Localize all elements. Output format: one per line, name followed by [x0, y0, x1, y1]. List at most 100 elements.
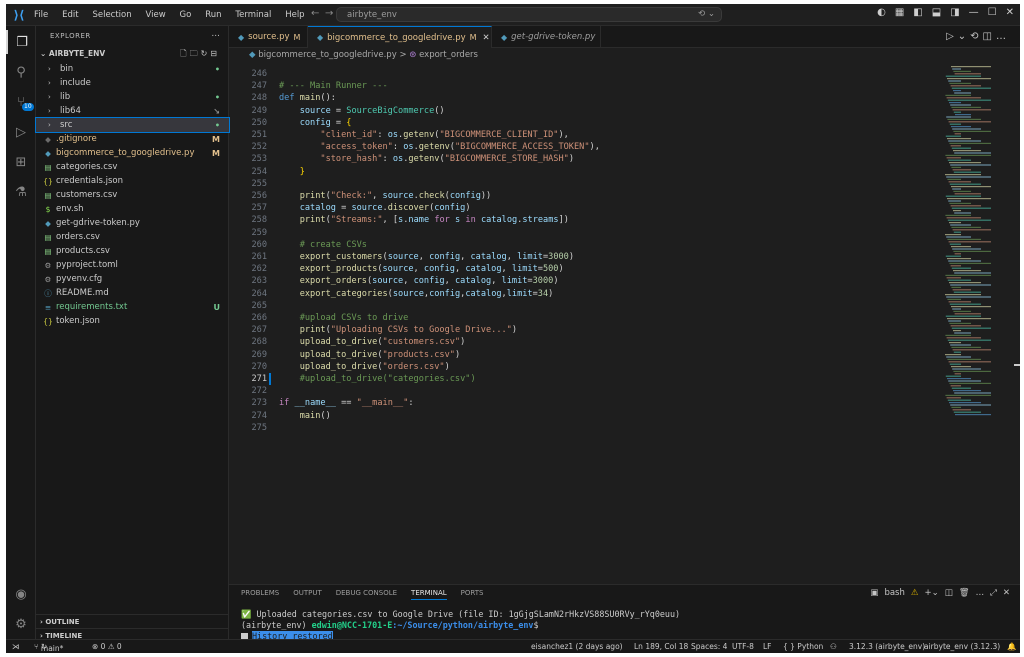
toggle-panel-icon[interactable]: ⬓: [932, 7, 941, 18]
copilot-icon[interactable]: ⚇: [830, 642, 837, 651]
more-actions-icon[interactable]: …: [976, 588, 985, 598]
code-line[interactable]: 250 config = {: [229, 117, 929, 129]
maximize-icon[interactable]: ☐: [988, 7, 997, 18]
python-interpreter[interactable]: 3.12.3 (airbyte_env): [849, 642, 925, 651]
close-icon[interactable]: ✕: [1006, 7, 1014, 18]
code-line[interactable]: 269 upload_to_drive("products.csv"): [229, 349, 929, 361]
menu-file[interactable]: File: [34, 10, 48, 20]
tree-item-bin[interactable]: › bin •: [36, 62, 229, 76]
code-line[interactable]: 255: [229, 178, 929, 190]
python-env[interactable]: airbyte_env (3.12.3): [924, 642, 1000, 651]
refresh-icon[interactable]: ↻: [201, 49, 211, 58]
menu-go[interactable]: Go: [180, 10, 192, 20]
problems-indicator[interactable]: ⊗ 0 ⚠ 0: [92, 642, 122, 651]
new-folder-icon[interactable]: 🗀: [190, 49, 201, 58]
code-line[interactable]: 246: [229, 68, 929, 80]
code-line[interactable]: 252 "access_token": os.getenv("BIGCOMMER…: [229, 141, 929, 153]
tree-item-get-gdrive-token-py[interactable]: ◆ get-gdrive-token.py: [36, 216, 229, 230]
code-line[interactable]: 261 export_customers(source, config, cat…: [229, 251, 929, 263]
new-file-icon[interactable]: 🗋: [180, 49, 189, 58]
code-line[interactable]: 264 export_categories(source,config,cata…: [229, 288, 929, 300]
split-terminal-icon[interactable]: ◫: [945, 588, 953, 598]
accounts-icon[interactable]: ◉: [6, 582, 36, 606]
branch-indicator[interactable]: ⑂ main* ↻: [34, 642, 63, 653]
terminal-prompt[interactable]: (airbyte_env) edwin@NCC-1701-E:~/Source/…: [241, 620, 539, 630]
menu-terminal[interactable]: Terminal: [235, 10, 271, 20]
manage-gear-icon[interactable]: ⚙: [6, 612, 36, 636]
new-terminal-icon[interactable]: +⌄: [924, 588, 938, 598]
workspace-root[interactable]: ⌄ AIRBYTE_ENV: [40, 49, 105, 58]
code-line[interactable]: 266 #upload CSVs to drive: [229, 312, 929, 324]
tab-bigcommerce-to-googledrive[interactable]: ◆ bigcommerce_to_googledrive.py M ✕: [308, 26, 492, 48]
code-line[interactable]: 248 def main():: [229, 92, 929, 104]
tab-output[interactable]: OUTPUT: [293, 589, 322, 600]
run-debug-icon[interactable]: ▷: [6, 120, 36, 144]
maximize-panel-icon[interactable]: ⤢: [990, 588, 997, 598]
explorer-icon[interactable]: ❐: [6, 30, 36, 54]
tree-item-include[interactable]: › include: [36, 76, 229, 90]
arrow-left-icon[interactable]: ←: [311, 8, 319, 19]
tree-item-customers-csv[interactable]: ▤ customers.csv: [36, 188, 229, 202]
breadcrumb-symbol[interactable]: export_orders: [419, 50, 478, 60]
open-changes-icon[interactable]: ⟲: [970, 31, 982, 42]
code-line[interactable]: 267 print("Uploading CSVs to Google Driv…: [229, 324, 929, 336]
tab-get-gdrive-token[interactable]: ◆ get-gdrive-token.py: [492, 26, 601, 48]
tree-item--gitignore[interactable]: ◆ .gitignore M: [36, 132, 229, 146]
tree-item-bigcommerce-to-googledrive-py[interactable]: ◆ bigcommerce_to_googledrive.py M: [36, 146, 229, 160]
minimap[interactable]: [941, 64, 1011, 584]
tree-item-pyproject-toml[interactable]: ⚙ pyproject.toml: [36, 258, 229, 272]
indentation[interactable]: Spaces: 4: [691, 642, 727, 651]
tree-item-env-sh[interactable]: $ env.sh: [36, 202, 229, 216]
command-center[interactable]: airbyte_env ⟲ ⌄: [336, 7, 722, 22]
menu-edit[interactable]: Edit: [62, 10, 78, 20]
collapse-all-icon[interactable]: ⊟: [210, 49, 220, 58]
tree-item-credentials-json[interactable]: {} credentials.json: [36, 174, 229, 188]
copilot-icon[interactable]: ⟲ ⌄: [698, 9, 715, 19]
code-line[interactable]: 271 #upload_to_drive("categories.csv"): [229, 373, 929, 385]
code-line[interactable]: 268 upload_to_drive("customers.csv"): [229, 336, 929, 348]
tab-debug-console[interactable]: DEBUG CONSOLE: [336, 589, 397, 600]
language-mode[interactable]: { } Python: [783, 642, 823, 651]
code-line[interactable]: 270 upload_to_drive("orders.csv"): [229, 361, 929, 373]
toggle-sidebar-icon[interactable]: ◧: [913, 7, 922, 18]
menu-selection[interactable]: Selection: [92, 10, 131, 20]
tab-terminal[interactable]: TERMINAL: [411, 589, 447, 600]
code-line[interactable]: 265: [229, 300, 929, 312]
code-line[interactable]: 260 # create CSVs: [229, 239, 929, 251]
toggle-secondary-sidebar-icon[interactable]: ◨: [950, 7, 959, 18]
extensions-icon[interactable]: ⊞: [6, 150, 36, 174]
more-actions-icon[interactable]: …: [996, 31, 1010, 42]
tree-item-products-csv[interactable]: ▤ products.csv: [36, 244, 229, 258]
minimize-icon[interactable]: —: [969, 7, 979, 18]
trash-icon[interactable]: 🗑: [959, 588, 970, 598]
remote-icon[interactable]: ⋊: [12, 642, 20, 651]
menu-run[interactable]: Run: [205, 10, 221, 20]
more-actions-icon[interactable]: ...: [211, 29, 220, 39]
notifications-bell-icon[interactable]: 🔔: [1007, 642, 1016, 651]
testing-icon[interactable]: ⚗: [6, 180, 36, 204]
tree-item-lib[interactable]: › lib •: [36, 90, 229, 104]
tree-item-readme-md[interactable]: ⓘ README.md: [36, 286, 229, 300]
tree-item-requirements-txt[interactable]: ≡ requirements.txt U: [36, 300, 229, 314]
code-line[interactable]: 263 export_orders(source, config, catalo…: [229, 275, 929, 287]
tab-ports[interactable]: PORTS: [461, 589, 484, 600]
close-panel-icon[interactable]: ✕: [1003, 588, 1010, 598]
outline-section[interactable]: › OUTLINE: [36, 614, 229, 628]
encoding[interactable]: UTF-8: [732, 642, 754, 651]
code-line[interactable]: 253 "store_hash": os.getenv("BIGCOMMERCE…: [229, 153, 929, 165]
layout-icon[interactable]: ▦: [895, 7, 904, 18]
terminal-shell-label[interactable]: bash: [884, 588, 904, 598]
end-of-line[interactable]: LF: [763, 642, 772, 651]
editor-scrollbar[interactable]: [1011, 64, 1020, 584]
code-line[interactable]: 256 print("Check:", source.check(config)…: [229, 190, 929, 202]
copilot-status-icon[interactable]: ◐: [877, 7, 886, 18]
breadcrumb-file[interactable]: bigcommerce_to_googledrive.py: [258, 50, 396, 60]
code-line[interactable]: 249 source = SourceBigCommerce(): [229, 105, 929, 117]
arrow-right-icon[interactable]: →: [325, 8, 333, 19]
search-icon[interactable]: ⚲: [6, 60, 36, 84]
cursor-position[interactable]: Ln 189, Col 18: [634, 642, 688, 651]
tree-item-src[interactable]: › src •: [35, 117, 230, 133]
tree-item-orders-csv[interactable]: ▤ orders.csv: [36, 230, 229, 244]
code-line[interactable]: 273 if __name__ == "__main__":: [229, 397, 929, 409]
code-line[interactable]: 259: [229, 227, 929, 239]
